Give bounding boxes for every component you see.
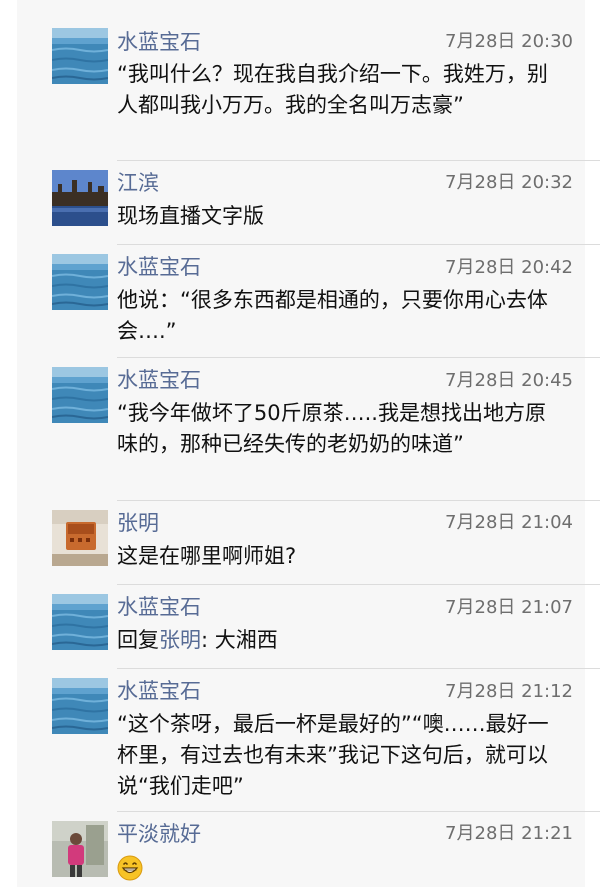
comment-text: 他说：“很多东西都是相通的，只要你用心去体会….” — [117, 288, 548, 343]
timestamp: 7月28日 20:32 — [445, 172, 573, 193]
avatar[interactable] — [52, 510, 108, 566]
divider — [117, 244, 600, 245]
ocean-avatar-icon — [52, 678, 108, 734]
person-avatar-icon — [52, 821, 108, 877]
comment-text: 回复张明: 大湘西 — [117, 625, 557, 656]
reply-target-name[interactable]: 张明 — [159, 628, 201, 652]
timestamp: 7月28日 21:07 — [445, 597, 573, 618]
comment-text: “我叫什么？现在我自我介绍一下。我姓万，别人都叫我小万万。我的全名叫万志豪” — [117, 62, 548, 117]
author-name[interactable]: 平淡就好 — [117, 821, 201, 847]
avatar[interactable] — [52, 678, 108, 734]
comment-text: “我今年做坏了50斤原茶…..我是想找出地方原味的，那种已经失传的老奶奶的味道” — [117, 401, 546, 456]
author-name[interactable]: 江滨 — [117, 170, 159, 196]
building-avatar-icon — [52, 170, 108, 226]
avatar[interactable] — [52, 254, 108, 310]
ocean-avatar-icon — [52, 254, 108, 310]
divider — [117, 160, 600, 161]
ocean-avatar-icon — [52, 367, 108, 423]
comment-text: “这个茶呀，最后一杯是最好的”“噢……最好一杯里，有过去也有未来”我记下这句后，… — [117, 712, 549, 798]
author-name[interactable]: 水蓝宝石 — [117, 29, 201, 55]
reply-text: : 大湘西 — [201, 628, 278, 652]
avatar[interactable] — [52, 367, 108, 423]
author-name[interactable]: 水蓝宝石 — [117, 254, 201, 280]
author-name[interactable]: 水蓝宝石 — [117, 594, 201, 620]
comment-text: 这是在哪里啊师姐? — [117, 544, 297, 568]
ocean-avatar-icon — [52, 594, 108, 650]
grinning-face-emoji-icon — [117, 855, 143, 881]
timestamp: 7月28日 21:21 — [445, 823, 573, 844]
author-name[interactable]: 张明 — [117, 510, 159, 536]
comment-text: 现场直播文字版 — [117, 204, 264, 228]
divider — [117, 811, 600, 812]
food-avatar-icon — [52, 510, 108, 566]
divider — [117, 500, 600, 501]
timestamp: 7月28日 20:42 — [445, 257, 573, 278]
author-name[interactable]: 水蓝宝石 — [117, 678, 201, 704]
divider — [117, 584, 600, 585]
timestamp: 7月28日 21:12 — [445, 681, 573, 702]
divider — [117, 357, 600, 358]
author-name[interactable]: 水蓝宝石 — [117, 367, 201, 393]
ocean-avatar-icon — [52, 28, 108, 84]
comment-text — [117, 852, 557, 883]
timestamp: 7月28日 21:04 — [445, 512, 573, 533]
reply-prefix: 回复 — [117, 628, 159, 652]
avatar[interactable] — [52, 28, 108, 84]
avatar[interactable] — [52, 170, 108, 226]
timestamp: 7月28日 20:30 — [445, 31, 573, 52]
avatar[interactable] — [52, 594, 108, 650]
divider — [117, 668, 600, 669]
avatar[interactable] — [52, 821, 108, 877]
comment-thread: 水蓝宝石 7月28日 20:30 “我叫什么？现在我自我介绍一下。我姓万，别人都… — [0, 0, 600, 887]
timestamp: 7月28日 20:45 — [445, 370, 573, 391]
